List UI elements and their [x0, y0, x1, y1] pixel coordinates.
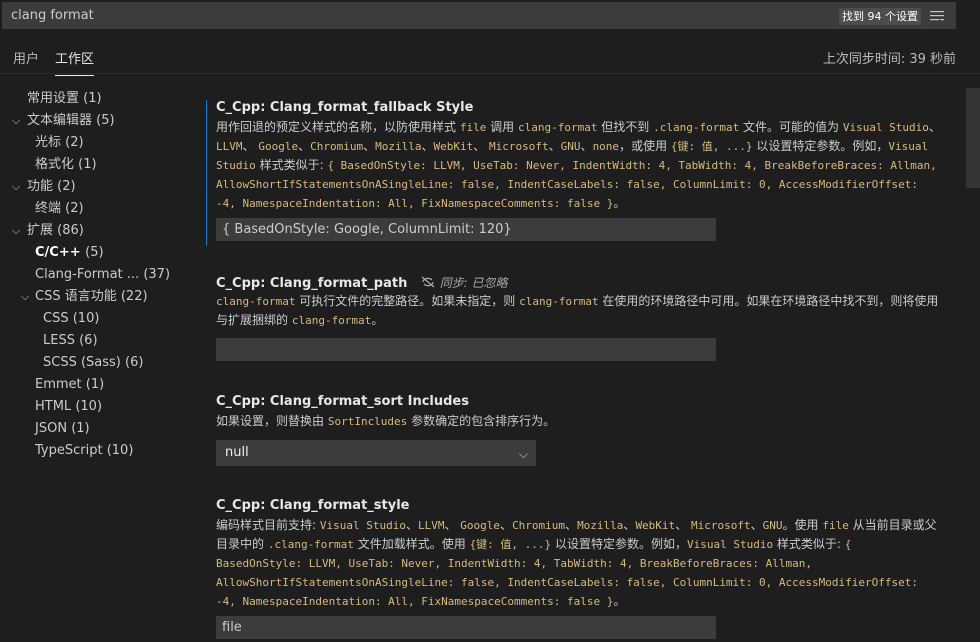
toc-item[interactable]: HTML (10): [0, 396, 200, 418]
scrollbar-thumb[interactable]: [966, 88, 980, 188]
setting-description: 编码样式目前支持: Visual Studio、LLVM、 Google、Chr…: [216, 518, 937, 608]
filter-list-icon[interactable]: [929, 9, 945, 23]
toc-item-label: 常用设置: [27, 91, 80, 106]
toc-item[interactable]: 光标 (2): [0, 132, 200, 154]
toc-item[interactable]: CSS (10): [0, 308, 200, 330]
toc-item[interactable]: JSON (1): [0, 418, 200, 440]
toc-item-label: TypeScript: [35, 443, 103, 458]
setting-title: C_Cpp: Clang_format_sort Includes: [216, 394, 469, 409]
setting-title: C_Cpp: Clang_format_path 同步: 已忽略: [216, 274, 508, 291]
clang-format-path-input[interactable]: [216, 338, 716, 361]
toc-item[interactable]: 常用设置 (1): [0, 88, 200, 110]
chevron-down-icon[interactable]: ⌵: [10, 110, 22, 132]
sort-includes-select[interactable]: null ⌵: [216, 440, 536, 466]
toc-item-label: 终端: [35, 201, 62, 216]
toc-item[interactable]: ⌵ CSS 语言功能 (22): [0, 286, 200, 308]
settings-scope-tabs: 用户 工作区 上次同步时间: 39 秒前: [0, 40, 980, 76]
toc-item-count: (1): [85, 377, 105, 392]
toc-item-label: 格式化: [35, 157, 75, 172]
chevron-down-icon[interactable]: ⌵: [10, 220, 22, 242]
toc-item-count: (6): [79, 333, 98, 348]
settings-search-box[interactable]: clang format 找到 94 个设置: [2, 2, 956, 29]
toc-item-label: 文本编辑器: [27, 113, 93, 128]
setting-description: 如果设置，则替换由 SortIncludes 参数确定的包含排序行为。: [216, 414, 556, 428]
toc-item[interactable]: ⌵ 扩展 (86): [0, 220, 200, 242]
toc-item[interactable]: ⌵ 文本编辑器 (5): [0, 110, 200, 132]
toc-item-count: (2): [57, 179, 76, 194]
toc-item-count: (37): [143, 267, 171, 282]
toc-item[interactable]: Emmet (1): [0, 374, 200, 396]
toc-item-count: (10): [106, 443, 134, 458]
toc-item-label: 光标: [35, 135, 62, 150]
clang-format-style-input[interactable]: file: [216, 616, 716, 639]
tab-user[interactable]: 用户: [13, 48, 39, 75]
toc-item-count: (5): [85, 245, 104, 260]
setting-name: Clang_format_fallback Style: [269, 100, 474, 115]
result-count-badge: 找到 94 个设置: [839, 8, 921, 25]
setting-name: Clang_format_sort Includes: [269, 394, 469, 409]
sync-ignored-icon: [421, 276, 435, 288]
tab-workspace[interactable]: 工作区: [55, 48, 95, 76]
toc-item[interactable]: 格式化 (1): [0, 154, 200, 176]
setting-description: clang-format 可执行文件的完整路径。如果未指定，则 clang-fo…: [216, 294, 939, 327]
sync-ignored-indicator: 同步: 已忽略: [420, 276, 508, 290]
chevron-down-icon[interactable]: ⌵: [10, 176, 22, 198]
toc-item[interactable]: C/C++ (5): [0, 242, 200, 264]
setting-category: C_Cpp:: [216, 276, 270, 291]
setting-category: C_Cpp:: [216, 100, 270, 115]
setting-title: C_Cpp: Clang_format_style: [216, 498, 409, 513]
toc-item[interactable]: SCSS (Sass) (6): [0, 352, 200, 374]
toc-item-count: (2): [65, 201, 84, 216]
toc-item[interactable]: TypeScript (10): [0, 440, 200, 462]
sort-includes-selected-value: null: [225, 445, 249, 460]
chevron-down-icon[interactable]: ⌵: [19, 286, 31, 308]
toc-item[interactable]: ⌵ 功能 (2): [0, 176, 200, 198]
setting-name: Clang_format_style: [269, 498, 410, 513]
toc-item-label: 功能: [27, 179, 54, 194]
toc-item-count: (1): [78, 157, 97, 172]
toc-item-label: CSS 语言功能: [35, 289, 117, 304]
sync-status: 上次同步时间: 39 秒前: [822, 52, 956, 67]
tab-divider: [0, 73, 980, 74]
settings-toc-tree: 常用设置 (1) ⌵ 文本编辑器 (5) 光标 (2) 格式化 (1) ⌵ 功能 (2) 终端…: [0, 88, 200, 462]
setting-name: Clang_format_path: [269, 276, 408, 291]
toc-item-label: HTML: [35, 399, 72, 414]
toc-item-label: Clang-Format ...: [35, 267, 140, 282]
toc-item-label: SCSS (Sass): [43, 355, 121, 370]
toc-item-count: (1): [71, 421, 90, 436]
toc-item-label: Emmet: [35, 377, 82, 392]
setting-category: C_Cpp:: [216, 498, 270, 513]
toc-item-label: C/C++: [35, 245, 81, 260]
toc-item-count: (2): [65, 135, 84, 150]
toc-item-count: (1): [83, 91, 102, 106]
setting-title: C_Cpp: Clang_format_fallback Style: [216, 100, 473, 115]
setting-category: C_Cpp:: [216, 394, 270, 409]
toc-item-count: (6): [125, 355, 144, 370]
chevron-down-icon: ⌵: [518, 447, 528, 461]
toc-item-label: CSS: [43, 311, 69, 326]
toc-item-count: (22): [120, 289, 148, 304]
settings-editor: clang format 找到 94 个设置 用户 工作区 上次同步时间: 39…: [0, 0, 980, 642]
toc-item-label: JSON: [35, 421, 68, 436]
toc-item-count: (10): [75, 399, 103, 414]
toc-item[interactable]: LESS (6): [0, 330, 200, 352]
toc-item-count: (86): [57, 223, 84, 238]
toc-item-label: LESS: [43, 333, 75, 348]
toc-item-count: (10): [72, 311, 100, 326]
search-input[interactable]: clang format: [11, 8, 94, 23]
sync-ignored-label: 同步: 已忽略: [439, 276, 508, 290]
toc-item-label: 扩展: [27, 223, 54, 238]
fallback-style-input[interactable]: { BasedOnStyle: Google, ColumnLimit: 120…: [216, 218, 716, 241]
toc-item[interactable]: Clang-Format ... (37): [0, 264, 200, 286]
toc-item-count: (5): [96, 113, 115, 128]
setting-description: 用作回退的预定义样式的名称，以防使用样式 file 调用 clang-forma…: [216, 120, 941, 210]
toc-item[interactable]: 终端 (2): [0, 198, 200, 220]
